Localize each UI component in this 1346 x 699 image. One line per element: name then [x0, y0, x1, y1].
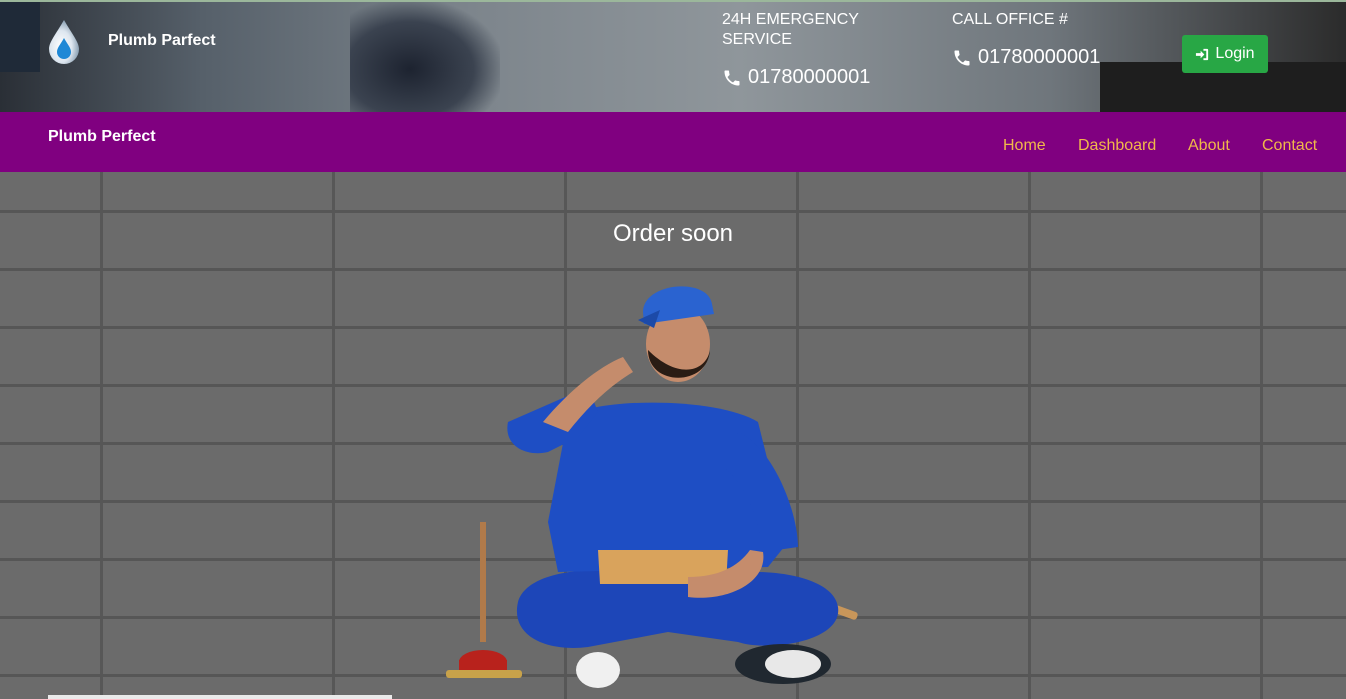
nav-brand[interactable]: Plumb Perfect — [48, 128, 156, 146]
nav-link-dashboard[interactable]: Dashboard — [1078, 137, 1156, 155]
login-label: Login — [1215, 45, 1255, 62]
nav-link-contact[interactable]: Contact — [1262, 137, 1317, 155]
emergency-phone-number: 01780000001 — [748, 66, 871, 88]
hero-section: Order soon — [0, 172, 1346, 699]
water-drop-icon[interactable] — [46, 18, 82, 64]
sign-in-icon — [1196, 48, 1209, 60]
nav-link-home[interactable]: Home — [1003, 137, 1046, 155]
login-button[interactable]: Login — [1182, 35, 1268, 73]
brand-name[interactable]: Plumb Parfect — [108, 32, 216, 50]
top-header: Plumb Parfect 24H EMERGENCY SERVICE 0178… — [0, 0, 1346, 112]
horizontal-scrollbar[interactable] — [48, 695, 392, 699]
phone-icon — [724, 70, 740, 85]
background-photo-shape — [350, 2, 500, 112]
office-phone-number: 01780000001 — [978, 46, 1101, 68]
office-label: CALL OFFICE # — [952, 11, 1068, 28]
emergency-label: 24H EMERGENCY SERVICE — [722, 11, 859, 48]
hero-title: Order soon — [612, 220, 734, 247]
office-phone[interactable]: 01780000001 — [952, 46, 1100, 69]
emergency-phone[interactable]: 01780000001 — [722, 66, 870, 89]
phone-icon — [954, 50, 970, 65]
background-photo-shape — [0, 2, 40, 72]
nav-link-about[interactable]: About — [1188, 137, 1230, 155]
main-navbar: Plumb Perfect Home Dashboard About Conta… — [0, 112, 1346, 172]
plumber-illustration — [446, 286, 858, 688]
